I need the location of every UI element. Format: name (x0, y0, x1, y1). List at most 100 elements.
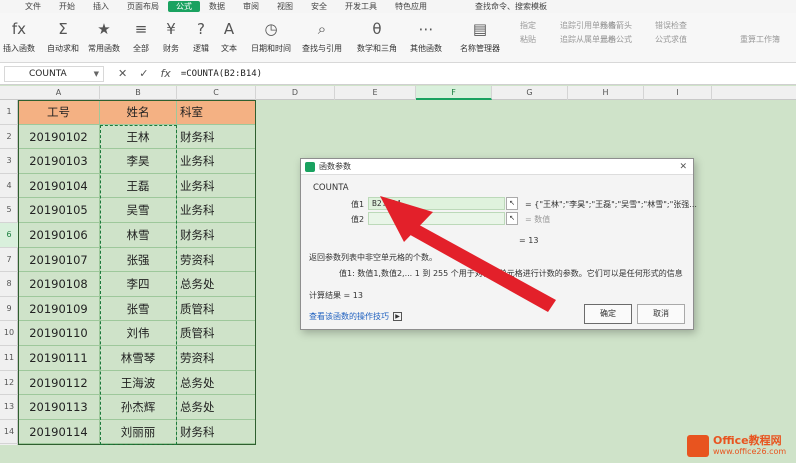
column-header-cell[interactable]: F (416, 86, 492, 100)
table-cell[interactable]: 李四 (100, 272, 177, 297)
table-cell[interactable]: 王林 (100, 124, 177, 150)
menu-item[interactable]: 公式 (168, 1, 200, 12)
menu-item[interactable]: 文件 (16, 1, 50, 12)
table-cell[interactable]: 业务科 (177, 198, 256, 223)
table-header-cell[interactable]: 工号 (18, 100, 100, 125)
table-cell[interactable]: 劳资科 (177, 346, 256, 371)
toolbar-small-item[interactable]: 公式求值 (655, 33, 687, 46)
toolbar-button[interactable]: ≡ 全部 (131, 13, 151, 63)
formula-input[interactable]: =COUNTA(B2:B14) (181, 69, 262, 79)
table-cell[interactable]: 20190113 (18, 395, 100, 420)
row-header-cell[interactable]: 13 (0, 395, 18, 420)
menu-item[interactable]: 视图 (268, 1, 302, 12)
table-header-cell[interactable]: 姓名 (100, 100, 177, 125)
toolbar-button[interactable]: ¥ 财务 (161, 13, 181, 63)
toolbar-small-item[interactable]: 重算工作簿 (740, 33, 780, 46)
toolbar-small-item[interactable]: 指定 (520, 19, 536, 32)
toolbar-button[interactable]: ▤ 名称管理器 (460, 13, 500, 63)
row-header-cell[interactable]: 2 (0, 125, 18, 150)
dialog-title-bar[interactable]: 函数参数 ✕ (301, 159, 693, 175)
range-select-icon[interactable]: ↖ (506, 212, 518, 225)
table-header-cell[interactable]: 科室 (177, 100, 256, 125)
toolbar-button[interactable]: ⌕ 查找与引用 (302, 13, 342, 63)
name-box[interactable]: COUNTA ▼ (4, 65, 104, 82)
table-cell[interactable]: 张雪 (100, 296, 177, 322)
table-cell[interactable]: 劳资科 (177, 247, 256, 273)
table-cell[interactable]: 吴雪 (100, 198, 177, 223)
row-header-cell[interactable]: 11 (0, 346, 18, 371)
menu-item[interactable]: 页面布局 (118, 1, 168, 12)
column-header-cell[interactable]: B (100, 86, 177, 100)
cancel-button[interactable]: 取消 (637, 304, 685, 324)
table-cell[interactable]: 20190109 (18, 296, 100, 322)
row-header-cell[interactable]: 5 (0, 198, 18, 223)
toolbar-button[interactable]: fx 插入函数 (3, 13, 35, 63)
column-header-cell[interactable]: I (644, 86, 712, 100)
table-cell[interactable]: 业务科 (177, 173, 256, 199)
arg2-input[interactable] (368, 212, 505, 225)
table-cell[interactable]: 20190102 (18, 124, 100, 150)
table-cell[interactable]: 总务处 (177, 272, 256, 297)
row-header-cell[interactable]: 4 (0, 174, 18, 199)
column-header-cell[interactable]: A (18, 86, 100, 100)
close-icon[interactable]: ✕ (679, 162, 687, 172)
table-cell[interactable]: 总务处 (177, 395, 256, 420)
command-search[interactable]: 查找命令、搜索模板 (466, 1, 556, 12)
toolbar-small-item[interactable]: 粘贴 (520, 33, 536, 46)
menu-item[interactable]: 数据 (200, 1, 234, 12)
table-cell[interactable]: 质管科 (177, 296, 256, 322)
help-link[interactable]: 查看该函数的操作技巧 ▶ (309, 311, 402, 322)
table-cell[interactable]: 业务科 (177, 149, 256, 174)
row-header-cell[interactable]: 14 (0, 420, 18, 445)
table-cell[interactable]: 20190107 (18, 247, 100, 273)
table-cell[interactable]: 财务科 (177, 419, 256, 445)
table-cell[interactable]: 20190106 (18, 223, 100, 248)
table-cell[interactable]: 20190110 (18, 321, 100, 346)
menu-item[interactable]: 安全 (302, 1, 336, 12)
video-icon[interactable]: ▶ (393, 312, 402, 321)
table-cell[interactable]: 财务科 (177, 124, 256, 150)
toolbar-button[interactable]: ★ 常用函数 (88, 13, 120, 63)
help-link-text[interactable]: 查看该函数的操作技巧 (309, 311, 389, 322)
column-header-cell[interactable]: D (256, 86, 335, 100)
row-header-cell[interactable]: 12 (0, 371, 18, 396)
table-cell[interactable]: 孙杰辉 (100, 395, 177, 420)
ok-button[interactable]: 确定 (584, 304, 632, 324)
toolbar-small-item[interactable]: 错误检查 (655, 19, 687, 32)
table-cell[interactable]: 刘伟 (100, 321, 177, 346)
toolbar-button[interactable]: ◷ 日期和时间 (251, 13, 291, 63)
toolbar-button[interactable]: Σ 自动求和 (47, 13, 79, 63)
toolbar-small-item[interactable]: 显示公式 (600, 33, 632, 46)
table-cell[interactable]: 王磊 (100, 173, 177, 199)
table-cell[interactable]: 20190103 (18, 149, 100, 174)
table-cell[interactable]: 刘丽丽 (100, 419, 177, 445)
toolbar-small-item[interactable]: 移去箭头 (600, 19, 632, 32)
table-cell[interactable]: 张强 (100, 247, 177, 273)
menu-item[interactable]: 特色应用 (386, 1, 436, 12)
row-header-cell[interactable]: 8 (0, 272, 18, 297)
table-cell[interactable]: 林雪 (100, 223, 177, 248)
table-cell[interactable]: 林雪琴 (100, 346, 177, 371)
menu-item[interactable]: 开始 (50, 1, 84, 12)
column-header-cell[interactable]: E (335, 86, 416, 100)
menu-item[interactable]: 插入 (84, 1, 118, 12)
confirm-icon[interactable]: ✓ (139, 67, 148, 80)
row-header-cell[interactable]: 6 (0, 223, 18, 248)
table-cell[interactable]: 20190114 (18, 419, 100, 445)
table-cell[interactable]: 财务科 (177, 223, 256, 248)
toolbar-button[interactable]: θ 数学和三角 (357, 13, 397, 63)
fx-icon[interactable]: fx (160, 67, 170, 80)
range-select-icon[interactable]: ↖ (506, 197, 518, 210)
table-cell[interactable]: 李昊 (100, 149, 177, 174)
column-header-cell[interactable]: G (492, 86, 568, 100)
table-cell[interactable]: 王海波 (100, 370, 177, 396)
column-header-cell[interactable]: C (177, 86, 256, 100)
menu-item[interactable]: 开发工具 (336, 1, 386, 12)
table-cell[interactable]: 20190111 (18, 346, 100, 371)
column-header-cell[interactable]: H (568, 86, 644, 100)
menu-item[interactable]: 审阅 (234, 1, 268, 12)
row-header-cell[interactable]: 3 (0, 149, 18, 174)
table-cell[interactable]: 20190105 (18, 198, 100, 223)
table-cell[interactable]: 总务处 (177, 370, 256, 396)
row-header-cell[interactable]: 1 (0, 100, 18, 125)
